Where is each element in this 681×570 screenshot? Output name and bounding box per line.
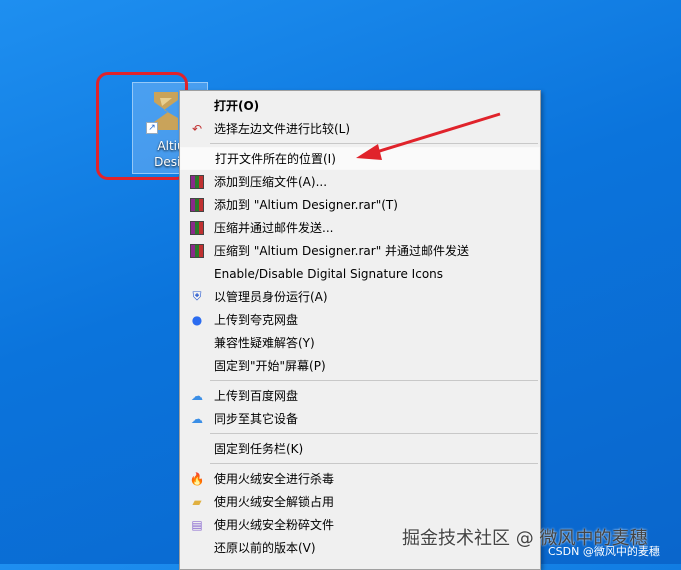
menu-item-label: 上传到夸克网盘 bbox=[214, 313, 299, 327]
menu-item-label: 同步至其它设备 bbox=[214, 412, 299, 426]
menu-item[interactable]: 压缩并通过邮件发送... bbox=[180, 216, 540, 239]
menu-separator bbox=[210, 463, 538, 464]
menu-item-label: 压缩到 "Altium Designer.rar" 并通过邮件发送 bbox=[214, 244, 470, 258]
baidu-cloud-icon: ☁ bbox=[191, 388, 203, 403]
shredder-icon: ▤ bbox=[191, 517, 203, 532]
menu-separator bbox=[210, 433, 538, 434]
menu-item-label: 压缩并通过邮件发送... bbox=[214, 221, 334, 235]
menu-item[interactable]: 🔥 使用火绒安全进行杀毒 bbox=[180, 467, 540, 490]
winrar-icon bbox=[180, 220, 214, 235]
menu-item[interactable]: ☁ 同步至其它设备 bbox=[180, 407, 540, 430]
menu-item[interactable]: ▰ 使用火绒安全解锁占用 bbox=[180, 490, 540, 513]
shield-icon: ⛨ bbox=[192, 289, 202, 303]
menu-item[interactable]: 添加到 "Altium Designer.rar"(T) bbox=[180, 193, 540, 216]
menu-item-label: Enable/Disable Digital Signature Icons bbox=[214, 266, 444, 281]
winrar-icon bbox=[180, 174, 214, 189]
menu-item-label: 添加到压缩文件(A)... bbox=[214, 175, 328, 189]
menu-item-label: 选择左边文件进行比较(L) bbox=[214, 122, 351, 136]
menu-item-label: 使用火绒安全粉碎文件 bbox=[214, 518, 335, 532]
menu-item-label: 固定到"开始"屏幕(P) bbox=[214, 359, 326, 373]
menu-item[interactable]: 兼容性疑难解答(Y) bbox=[180, 331, 540, 354]
menu-item-label: 以管理员身份运行(A) bbox=[214, 290, 328, 304]
menu-item-label: 添加到 "Altium Designer.rar"(T) bbox=[214, 198, 398, 212]
folder-unlock-icon: ▰ bbox=[192, 494, 202, 509]
menu-item-label: 兼容性疑难解答(Y) bbox=[214, 336, 315, 350]
menu-item-label: 打开(O) bbox=[214, 99, 260, 113]
menu-item-label: 打开文件所在的位置(I) bbox=[215, 152, 336, 166]
menu-item[interactable]: 固定到任务栏(K) bbox=[180, 437, 540, 460]
menu-item[interactable]: 固定到"开始"屏幕(P) bbox=[180, 354, 540, 377]
menu-item-label: 使用火绒安全进行杀毒 bbox=[214, 472, 335, 486]
compare-icon: ↶ bbox=[191, 121, 203, 136]
annotation-arrow-icon bbox=[356, 112, 501, 160]
menu-item-label: 还原以前的版本(V) bbox=[214, 541, 316, 555]
menu-item[interactable]: 添加到压缩文件(A)... bbox=[180, 170, 540, 193]
quark-icon: ● bbox=[191, 312, 203, 327]
huorong-icon: 🔥 bbox=[189, 471, 205, 486]
menu-item[interactable]: ● 上传到夸克网盘 bbox=[180, 308, 540, 331]
menu-item[interactable]: Enable/Disable Digital Signature Icons bbox=[180, 262, 540, 285]
menu-separator bbox=[210, 380, 538, 381]
csdn-watermark: CSDN @微风中的麦穗 bbox=[548, 545, 660, 558]
menu-item-label: 使用火绒安全解锁占用 bbox=[214, 495, 335, 509]
winrar-icon bbox=[180, 243, 214, 258]
annotation-highlight-box bbox=[96, 72, 188, 180]
menu-item-label: 上传到百度网盘 bbox=[214, 389, 299, 403]
baidu-cloud-icon: ☁ bbox=[191, 411, 203, 426]
menu-item-label: 固定到任务栏(K) bbox=[214, 442, 304, 456]
menu-item[interactable]: ⛨ 以管理员身份运行(A) bbox=[180, 285, 540, 308]
winrar-icon bbox=[180, 197, 214, 212]
menu-item[interactable]: 压缩到 "Altium Designer.rar" 并通过邮件发送 bbox=[180, 239, 540, 262]
menu-item[interactable]: ☁ 上传到百度网盘 bbox=[180, 384, 540, 407]
